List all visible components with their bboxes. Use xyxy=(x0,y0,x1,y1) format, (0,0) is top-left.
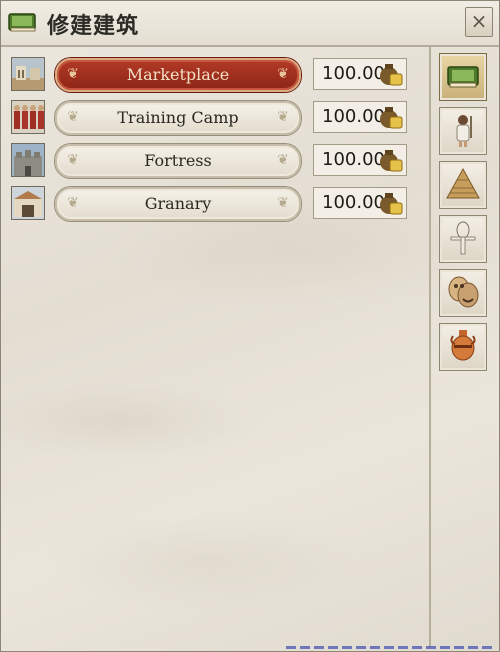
green-book-icon xyxy=(8,13,36,32)
ankh-icon xyxy=(450,220,476,255)
building-name: Granary xyxy=(144,194,212,213)
cost-box: 100.00 xyxy=(313,187,407,219)
category-tab-monument[interactable] xyxy=(439,161,487,209)
building-row-granary: ❦ Granary ❦ 100.00 xyxy=(11,184,423,222)
category-sidebar xyxy=(433,47,497,647)
building-list: ❦ Marketplace ❦ 100.00 ❦ Training Camp ❦… xyxy=(3,47,431,647)
category-tab-trade[interactable] xyxy=(439,323,487,371)
build-window: 修建建筑 × ❦ Marketplace ❦ 100.00 ❦ Training… xyxy=(0,0,500,652)
money-bag-icon xyxy=(380,150,403,172)
building-name: Marketplace xyxy=(126,65,230,84)
scroll-ornament-icon: ❦ xyxy=(67,109,79,125)
money-bag-icon xyxy=(380,107,403,129)
soldier-icon xyxy=(456,115,472,147)
scroll-ornament-icon: ❦ xyxy=(277,66,289,82)
scroll-ornament-icon: ❦ xyxy=(67,66,79,82)
pyramid-icon xyxy=(446,167,480,199)
scroll-ornament-icon: ❦ xyxy=(67,152,79,168)
category-tab-culture[interactable] xyxy=(439,269,487,317)
category-tab-military[interactable] xyxy=(439,107,487,155)
close-button[interactable]: × xyxy=(465,7,493,37)
amphora-icon xyxy=(450,330,476,361)
scroll-ornament-icon: ❦ xyxy=(277,195,289,211)
cost-value: 100.00 xyxy=(322,63,385,84)
cost-box: 100.00 xyxy=(313,101,407,133)
soldiers-icon xyxy=(11,100,45,134)
cost-value: 100.00 xyxy=(322,106,385,127)
category-tab-religion[interactable] xyxy=(439,215,487,263)
building-button-training-camp[interactable]: ❦ Training Camp ❦ xyxy=(55,101,301,135)
scroll-ornament-icon: ❦ xyxy=(277,152,289,168)
green-book-icon xyxy=(447,66,479,88)
cost-box: 100.00 xyxy=(313,144,407,176)
cost-value: 100.00 xyxy=(322,192,385,213)
building-button-fortress[interactable]: ❦ Fortress ❦ xyxy=(55,144,301,178)
cost-box: 100.00 xyxy=(313,58,407,90)
window-title: 修建建筑 xyxy=(47,14,140,39)
money-bag-icon xyxy=(380,193,403,215)
category-tab-economy[interactable] xyxy=(439,53,487,101)
cost-value: 100.00 xyxy=(322,149,385,170)
marketplace-icon xyxy=(11,57,45,91)
building-name: Fortress xyxy=(144,151,212,170)
building-row-fortress: ❦ Fortress ❦ 100.00 xyxy=(11,141,423,179)
building-name: Training Camp xyxy=(117,108,239,127)
fortress-icon xyxy=(11,143,45,177)
building-row-training-camp: ❦ Training Camp ❦ 100.00 xyxy=(11,98,423,136)
building-button-marketplace[interactable]: ❦ Marketplace ❦ xyxy=(55,58,301,92)
building-button-granary[interactable]: ❦ Granary ❦ xyxy=(55,187,301,221)
scroll-ornament-icon: ❦ xyxy=(277,109,289,125)
scroll-ornament-icon: ❦ xyxy=(67,195,79,211)
building-row-marketplace: ❦ Marketplace ❦ 100.00 xyxy=(11,55,423,93)
bottom-decoration xyxy=(286,646,496,649)
granary-icon xyxy=(11,186,45,220)
theater-masks-icon xyxy=(448,276,479,308)
title-bar: 修建建筑 × xyxy=(1,1,499,47)
money-bag-icon xyxy=(380,64,403,86)
